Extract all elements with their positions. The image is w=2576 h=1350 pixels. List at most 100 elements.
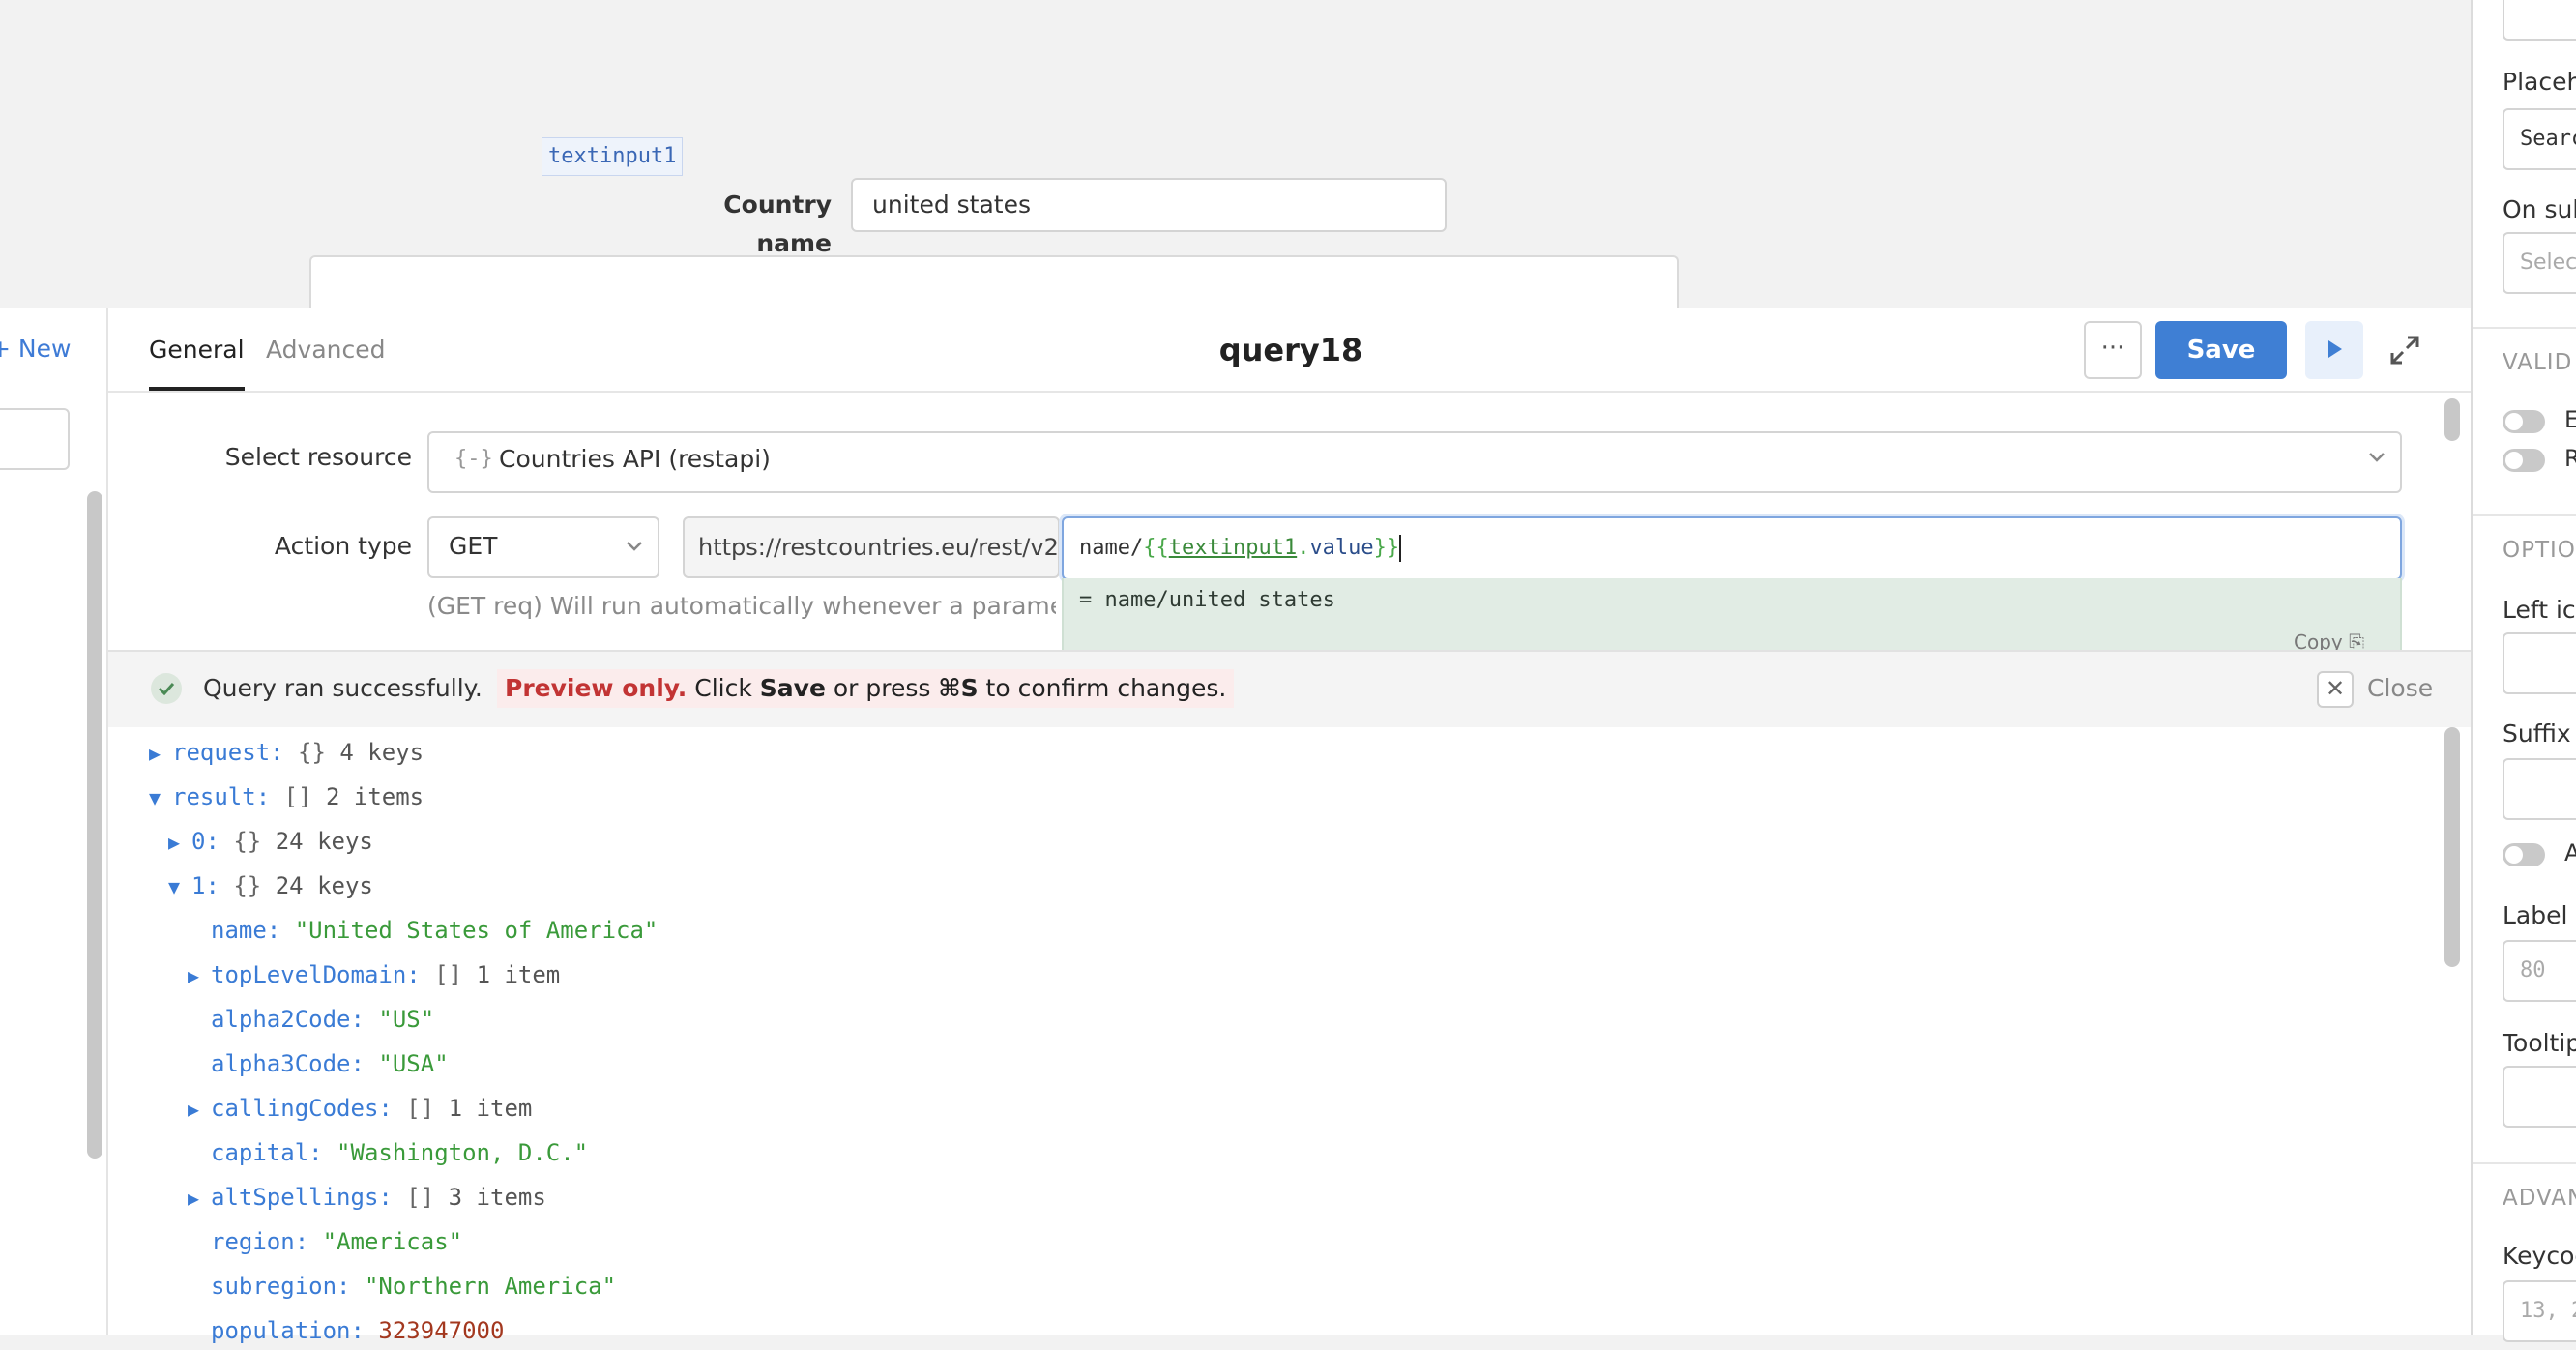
result-tree-row[interactable]: ▶ request: {} 4 keys [149,733,424,773]
caret-down-icon[interactable]: ▼ [149,778,172,817]
result-string-value: "Americas" [322,1228,463,1255]
run-mode-hint: (GET req) Will run automatically wheneve… [427,592,1056,620]
result-type-symbol: {} [298,739,326,766]
result-tree-row: capital: "Washington, D.C." [211,1133,588,1172]
url-path-text: name/ [1079,536,1144,560]
inspector-top-input[interactable] [2503,0,2576,41]
tooltip-label: Tooltip [2503,1029,2576,1057]
result-type-symbol: {} [233,872,262,899]
validation-toggle-1[interactable] [2503,410,2545,433]
close-button[interactable]: Close [2367,673,2433,704]
rest-api-icon: {-} [454,447,493,471]
advanced-section-header[interactable]: ADVAN [2503,1186,2576,1211]
inspector-divider [2473,327,2576,329]
new-query-button[interactable]: + New [0,335,71,363]
result-count: 4 keys [339,739,424,766]
action-type-value: GET [449,532,498,560]
component-tag[interactable]: textinput1 [542,137,684,176]
keycodes-label: Keycod [2503,1242,2576,1270]
check-circle-icon [151,673,182,704]
caret-right-icon[interactable]: ▶ [188,1179,211,1218]
result-key: 1: [191,872,220,899]
options-section-header[interactable]: OPTIO [2503,538,2576,563]
result-count: 3 items [448,1184,546,1211]
canvas-container[interactable] [309,255,1679,313]
result-key: region: [211,1228,309,1255]
result-string-value: "US" [378,1006,435,1033]
left-icon-input[interactable] [2503,632,2576,694]
tooltip-input[interactable] [2503,1066,2576,1128]
result-type-symbol: [] [406,1184,435,1211]
result-string-value: "Washington, D.C." [337,1139,589,1166]
result-string-value: "United States of America" [294,917,659,944]
suffix-label: Suffix [2503,719,2571,748]
result-number-value: 323947000 [378,1317,505,1344]
action-type-label: Action type [274,532,412,560]
result-tree-row[interactable]: ▶ 0: {} 24 keys [168,822,373,862]
inspector-divider [2473,1162,2576,1164]
country-name-input[interactable]: united states [851,178,1447,232]
left-icon-label: Left ico [2503,596,2576,624]
query-results-tree: ▶ request: {} 4 keys ▼ result: [] 2 items ▶ 0… [108,727,2471,1344]
text-caret [1399,535,1402,562]
caret-right-icon[interactable]: ▶ [168,823,191,862]
result-key: request: [172,739,284,766]
result-count: 24 keys [275,828,373,855]
chevron-down-icon [2369,453,2385,462]
result-key: alpha3Code: [211,1050,365,1077]
result-key: altSpellings: [211,1184,393,1211]
country-name-label: Country name [723,191,832,257]
save-button[interactable]: Save [2155,321,2287,379]
left-scrollbar[interactable] [87,491,102,1159]
result-tree-row: region: "Americas" [211,1222,462,1261]
tab-advanced[interactable]: Advanced [266,308,386,391]
url-path-input[interactable]: name/{{textinput1.value}} [1062,516,2402,580]
result-tree-row[interactable]: ▶ callingCodes: [] 1 item [188,1089,532,1129]
editor-scrollbar[interactable] [2444,398,2460,441]
result-tree-row[interactable]: ▼ result: [] 2 items [149,778,424,817]
shortcut-text: ⌘S [938,674,979,702]
suffix-input[interactable] [2503,758,2576,820]
validation-toggle-2[interactable] [2503,449,2545,472]
result-key: subregion: [211,1273,351,1300]
template-close: }} [1373,536,1400,560]
expand-icon[interactable] [2388,334,2421,367]
preview-only-text: Preview only. [505,674,688,702]
click-text: Click [694,674,752,702]
options-toggle[interactable] [2503,843,2545,866]
result-key: result: [172,783,271,810]
result-tree-row: name: "United States of America" [211,911,658,950]
caret-down-icon[interactable]: ▼ [168,867,191,906]
result-tree-row[interactable]: ▶ altSpellings: [] 3 items [188,1178,546,1218]
result-tree-row: subregion: "Northern America" [211,1267,616,1306]
run-query-button[interactable] [2305,321,2363,379]
caret-right-icon[interactable]: ▶ [188,956,211,995]
on-submit-select[interactable]: Selec [2503,232,2576,294]
query-name-title[interactable]: query18 [1160,308,1421,393]
validation-toggle-2-label: R [2564,445,2576,472]
caret-right-icon[interactable]: ▶ [188,1090,211,1129]
keycodes-input[interactable]: 13, 2 [2503,1280,2576,1342]
close-icon[interactable]: ✕ [2317,671,2354,708]
tab-general[interactable]: General [149,308,245,391]
result-tree-row[interactable]: ▼ 1: {} 24 keys [168,866,373,906]
caret-right-icon[interactable]: ▶ [149,734,172,773]
validation-section-header[interactable]: VALID [2503,350,2572,375]
template-dot: . [1297,536,1310,560]
validation-toggle-1-label: E [2564,406,2576,433]
or-press-text: or press [833,674,931,702]
status-message: Query ran successfully. [203,674,483,702]
more-options-button[interactable]: ··· [2084,321,2142,379]
result-key: name: [211,917,281,944]
label-width-input[interactable]: 80 [2503,940,2576,1002]
placeholder-label: Placeh [2503,68,2576,96]
result-type-symbol: {} [233,828,262,855]
placeholder-input[interactable]: Searc [2503,108,2576,170]
results-scrollbar[interactable] [2444,727,2460,967]
result-count: 1 item [476,961,561,988]
result-tree-row[interactable]: ▶ topLevelDomain: [] 1 item [188,955,560,995]
query-search-input[interactable] [0,408,70,470]
select-resource-label: Select resource [224,443,412,471]
result-tree-row: population: 323947000 [211,1311,504,1350]
template-variable: textinput1 [1168,536,1298,560]
